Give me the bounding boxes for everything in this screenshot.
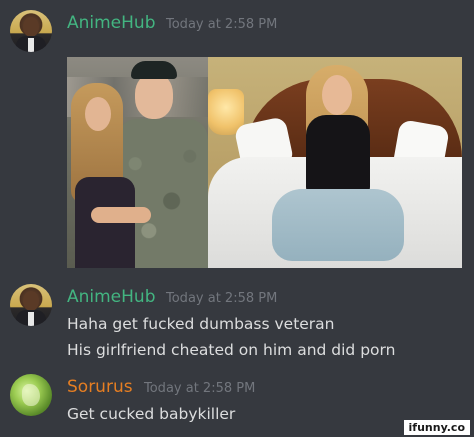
username-animehub[interactable]: AnimeHub <box>67 13 156 33</box>
message-text-line: His girlfriend cheated on him and did po… <box>67 341 396 359</box>
image-attachment[interactable] <box>67 57 462 268</box>
photo-couple <box>67 57 208 268</box>
timestamp: Today at 2:58 PM <box>166 291 278 306</box>
avatar-animehub[interactable] <box>10 10 52 52</box>
avatar-sorurus[interactable] <box>10 374 52 416</box>
photo-bedroom <box>208 57 462 268</box>
watermark-logo: ifunny.co <box>403 420 470 435</box>
message-text-line: Get cucked babykiller <box>67 405 236 423</box>
message-text-line: Haha get fucked dumbass veteran <box>67 315 335 333</box>
username-sorurus[interactable]: Sorurus <box>67 377 133 397</box>
avatar-animehub[interactable] <box>10 284 52 326</box>
timestamp: Today at 2:58 PM <box>144 381 256 396</box>
timestamp: Today at 2:58 PM <box>166 17 278 32</box>
username-animehub[interactable]: AnimeHub <box>67 287 156 307</box>
